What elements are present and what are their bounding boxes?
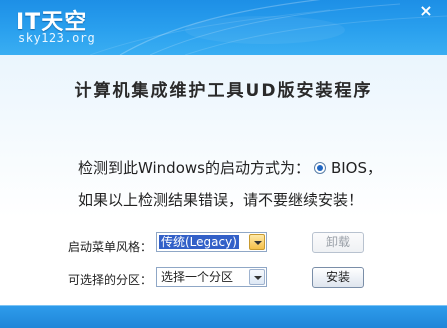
logo-subtitle: sky123.org xyxy=(18,31,96,45)
bios-radio-icon[interactable] xyxy=(313,161,326,174)
footer-bar xyxy=(0,305,447,328)
boot-mode-detection: 检测到此Windows的启动方式为： BIOS， xyxy=(78,157,382,178)
chevron-down-icon[interactable] xyxy=(249,234,265,250)
detection-text: 检测到此Windows的启动方式为： xyxy=(78,159,310,177)
close-button[interactable]: × xyxy=(413,2,439,22)
main-panel: 计算机集成维护工具UD版安装程序 检测到此Windows的启动方式为： BIOS… xyxy=(0,55,447,305)
boot-mode-value: BIOS， xyxy=(330,159,383,177)
partition-value: 选择一个分区 xyxy=(161,270,234,284)
partition-select[interactable]: 选择一个分区 xyxy=(156,267,267,287)
boot-menu-style-label: 启动菜单风格： xyxy=(68,240,153,254)
header-banner: IT天空 sky123.org × xyxy=(0,0,447,55)
chevron-down-icon[interactable] xyxy=(249,269,265,285)
partition-label: 可选择的分区： xyxy=(68,273,153,287)
boot-menu-style-select[interactable]: 传统(Legacy) xyxy=(156,232,267,252)
boot-menu-style-value: 传统(Legacy) xyxy=(159,235,239,249)
warning-text: 如果以上检测结果错误，请不要继续安装！ xyxy=(78,191,364,209)
app-title: 计算机集成维护工具UD版安装程序 xyxy=(74,81,373,101)
install-button[interactable]: 安装 xyxy=(312,267,364,288)
uninstall-button[interactable]: 卸载 xyxy=(312,232,364,253)
